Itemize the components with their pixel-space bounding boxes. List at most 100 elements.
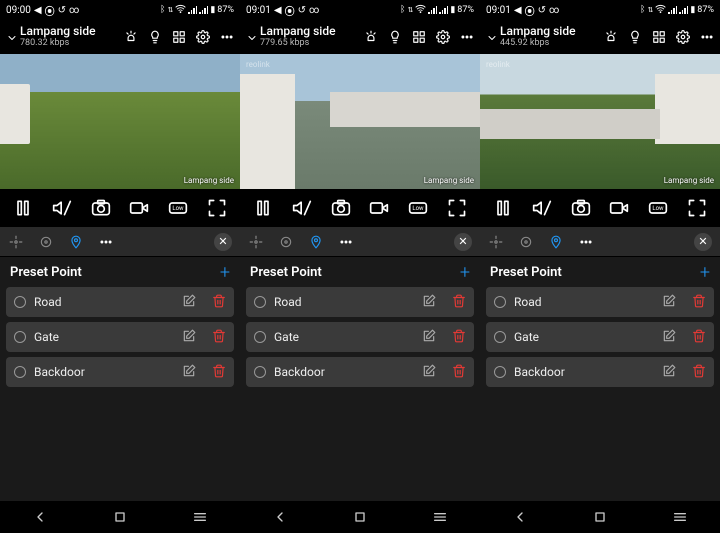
preset-delete-button[interactable]	[212, 328, 226, 347]
preset-edit-button[interactable]	[182, 293, 196, 312]
ptz-preset-tab[interactable]	[548, 234, 564, 250]
fullscreen-button[interactable]	[446, 197, 468, 219]
preset-edit-button[interactable]	[182, 363, 196, 382]
ptz-more-tab[interactable]	[338, 234, 354, 250]
preset-item[interactable]: Road	[486, 287, 714, 317]
ptz-focus-tab[interactable]	[518, 234, 534, 250]
light-icon[interactable]	[388, 30, 402, 44]
preset-radio[interactable]	[494, 366, 506, 378]
add-preset-button[interactable]: +	[460, 262, 470, 283]
preset-item[interactable]: Backdoor	[486, 357, 714, 387]
multiview-icon[interactable]	[172, 30, 186, 44]
settings-icon[interactable]	[196, 30, 210, 44]
preset-delete-button[interactable]	[692, 363, 706, 382]
nav-home-button[interactable]	[111, 508, 129, 526]
preset-delete-button[interactable]	[452, 328, 466, 347]
preset-delete-button[interactable]	[692, 328, 706, 347]
snapshot-button[interactable]	[570, 197, 592, 219]
ptz-move-tab[interactable]	[8, 234, 24, 250]
ptz-close-button[interactable]: ✕	[454, 233, 472, 251]
nav-back-button[interactable]	[511, 508, 529, 526]
nav-recent-button[interactable]	[431, 508, 449, 526]
ptz-close-button[interactable]: ✕	[214, 233, 232, 251]
preset-delete-button[interactable]	[212, 363, 226, 382]
more-icon[interactable]	[700, 30, 714, 44]
ptz-preset-tab[interactable]	[308, 234, 324, 250]
fullscreen-button[interactable]	[686, 197, 708, 219]
camera-dropdown[interactable]	[246, 32, 256, 42]
settings-icon[interactable]	[676, 30, 690, 44]
ptz-close-button[interactable]: ✕	[694, 233, 712, 251]
video-preview[interactable]: reolink Lampang side	[480, 54, 720, 189]
alarm-icon[interactable]	[604, 30, 618, 44]
preset-edit-button[interactable]	[182, 328, 196, 347]
ptz-focus-tab[interactable]	[38, 234, 54, 250]
more-icon[interactable]	[220, 30, 234, 44]
preset-delete-button[interactable]	[452, 363, 466, 382]
preset-item[interactable]: Gate	[246, 322, 474, 352]
ptz-focus-tab[interactable]	[278, 234, 294, 250]
light-icon[interactable]	[628, 30, 642, 44]
preset-item[interactable]: Gate	[486, 322, 714, 352]
add-preset-button[interactable]: +	[220, 262, 230, 283]
ptz-more-tab[interactable]	[98, 234, 114, 250]
pause-button[interactable]	[252, 197, 274, 219]
settings-icon[interactable]	[436, 30, 450, 44]
ptz-move-tab[interactable]	[488, 234, 504, 250]
snapshot-button[interactable]	[90, 197, 112, 219]
preset-item[interactable]: Gate	[6, 322, 234, 352]
preset-item[interactable]: Backdoor	[6, 357, 234, 387]
preset-delete-button[interactable]	[212, 293, 226, 312]
quality-button[interactable]: Low	[167, 197, 189, 219]
preset-radio[interactable]	[494, 296, 506, 308]
mute-button[interactable]	[291, 197, 313, 219]
record-button[interactable]	[368, 197, 390, 219]
record-button[interactable]	[608, 197, 630, 219]
record-button[interactable]	[128, 197, 150, 219]
multiview-icon[interactable]	[412, 30, 426, 44]
fullscreen-button[interactable]	[206, 197, 228, 219]
quality-button[interactable]: Low	[407, 197, 429, 219]
preset-edit-button[interactable]	[422, 363, 436, 382]
snapshot-button[interactable]	[330, 197, 352, 219]
preset-delete-button[interactable]	[692, 293, 706, 312]
pause-button[interactable]	[492, 197, 514, 219]
pause-button[interactable]	[12, 197, 34, 219]
ptz-more-tab[interactable]	[578, 234, 594, 250]
preset-radio[interactable]	[254, 296, 266, 308]
preset-edit-button[interactable]	[422, 293, 436, 312]
alarm-icon[interactable]	[124, 30, 138, 44]
video-preview[interactable]: Lampang side	[0, 54, 240, 189]
preset-edit-button[interactable]	[662, 293, 676, 312]
preset-delete-button[interactable]	[452, 293, 466, 312]
more-icon[interactable]	[460, 30, 474, 44]
camera-dropdown[interactable]	[6, 32, 16, 42]
nav-recent-button[interactable]	[671, 508, 689, 526]
ptz-preset-tab[interactable]	[68, 234, 84, 250]
nav-home-button[interactable]	[591, 508, 609, 526]
alarm-icon[interactable]	[364, 30, 378, 44]
preset-item[interactable]: Backdoor	[246, 357, 474, 387]
mute-button[interactable]	[51, 197, 73, 219]
multiview-icon[interactable]	[652, 30, 666, 44]
preset-radio[interactable]	[14, 366, 26, 378]
preset-radio[interactable]	[14, 296, 26, 308]
video-preview[interactable]: reolink Lampang side	[240, 54, 480, 189]
nav-back-button[interactable]	[271, 508, 289, 526]
preset-edit-button[interactable]	[422, 328, 436, 347]
preset-radio[interactable]	[254, 366, 266, 378]
preset-radio[interactable]	[254, 331, 266, 343]
preset-edit-button[interactable]	[662, 328, 676, 347]
mute-button[interactable]	[531, 197, 553, 219]
add-preset-button[interactable]: +	[700, 262, 710, 283]
preset-item[interactable]: Road	[6, 287, 234, 317]
nav-home-button[interactable]	[351, 508, 369, 526]
nav-back-button[interactable]	[31, 508, 49, 526]
camera-dropdown[interactable]	[486, 32, 496, 42]
preset-item[interactable]: Road	[246, 287, 474, 317]
light-icon[interactable]	[148, 30, 162, 44]
preset-radio[interactable]	[494, 331, 506, 343]
ptz-move-tab[interactable]	[248, 234, 264, 250]
preset-radio[interactable]	[14, 331, 26, 343]
preset-edit-button[interactable]	[662, 363, 676, 382]
